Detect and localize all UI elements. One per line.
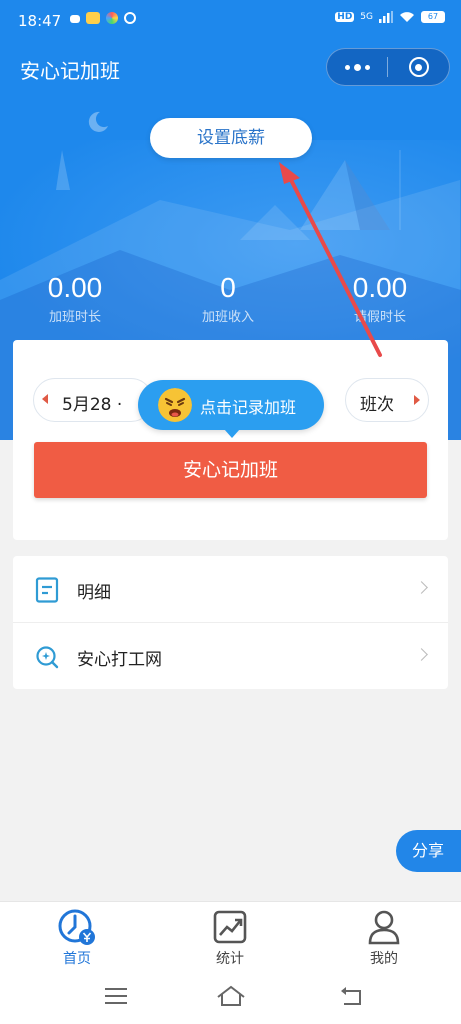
stat-value: 0 [220, 272, 236, 303]
tab-home[interactable]: 首页 [37, 908, 117, 968]
browser-icon [124, 12, 136, 24]
network-type: 5G [360, 12, 373, 22]
document-icon [35, 577, 59, 603]
message-icon [70, 15, 80, 23]
dot-icon [353, 63, 361, 71]
record-card [13, 340, 448, 540]
bottom-tab-bar: 首页 统计 我的 [0, 901, 461, 971]
dot-icon [344, 64, 350, 70]
tab-label: 我的 [370, 951, 398, 967]
stat-label: 加班时长 [48, 310, 101, 325]
weibo-icon [86, 12, 100, 24]
list-item-anxin-work[interactable]: 安心打工网 [13, 623, 448, 689]
status-time: 18:47 [18, 12, 62, 30]
chevron-right-icon [415, 648, 428, 661]
more-menu-button[interactable] [327, 49, 387, 85]
record-overtime-tooltip[interactable]: 点击记录加班 [138, 380, 324, 438]
tab-label: 统计 [216, 951, 244, 967]
notification-icons [70, 12, 136, 24]
set-salary-button[interactable]: 设置底薪 [150, 118, 312, 158]
overtime-hours-stat: 0.00 加班时长 [0, 272, 150, 325]
target-icon [408, 57, 429, 77]
back-icon[interactable] [340, 985, 364, 1007]
shift-label: 班次 [360, 395, 394, 415]
tab-statistics[interactable]: 统计 [190, 908, 270, 968]
stat-value: 0.00 [352, 272, 408, 303]
tab-label: 首页 [63, 951, 91, 967]
status-bar: 18:47 HD 5G 67 [0, 0, 461, 40]
chevron-right-icon [415, 581, 428, 594]
record-overtime-button[interactable]: 安心记加班 [34, 442, 427, 498]
menu-list: 明细 安心打工网 [13, 556, 448, 689]
tab-profile[interactable]: 我的 [344, 908, 424, 968]
menu-icon[interactable] [104, 985, 128, 1007]
user-icon [368, 910, 400, 945]
leave-hours-stat: 0.00 请假时长 [305, 272, 455, 325]
list-item-label: 安心打工网 [77, 650, 162, 670]
mini-program-capsule [326, 48, 450, 86]
next-shift-icon[interactable] [414, 395, 420, 405]
chart-icon [213, 910, 247, 944]
share-button[interactable]: 分享 [396, 830, 461, 872]
shift-selector[interactable]: 班次 [345, 378, 429, 422]
hd-icon: HD [335, 12, 355, 22]
battery-icon: 67 [421, 11, 445, 23]
stat-label: 请假时长 [353, 310, 406, 325]
search-icon [36, 646, 59, 669]
stat-value: 0.00 [47, 272, 103, 303]
list-item-label: 明细 [77, 583, 111, 603]
system-navigation-bar [0, 971, 461, 1024]
angry-face-icon [158, 388, 192, 422]
list-item-details[interactable]: 明细 [13, 556, 448, 622]
prev-date-icon[interactable] [42, 394, 48, 404]
stat-label: 加班收入 [201, 310, 254, 325]
app-icon [106, 12, 118, 24]
tooltip-text: 点击记录加班 [200, 398, 297, 417]
overtime-income-stat: 0 加班收入 [153, 272, 303, 325]
clock-yen-icon [58, 909, 95, 945]
wifi-icon [400, 12, 414, 22]
dot-icon [364, 64, 370, 70]
signal-icon [379, 11, 393, 23]
selected-date: 5月28 · [62, 395, 123, 415]
app-title: 安心记加班 [20, 59, 120, 83]
date-selector[interactable]: 5月28 · [33, 378, 153, 422]
home-icon[interactable] [216, 985, 246, 1007]
system-icons: HD 5G 67 [335, 11, 445, 23]
close-mini-program-button[interactable] [388, 49, 449, 85]
